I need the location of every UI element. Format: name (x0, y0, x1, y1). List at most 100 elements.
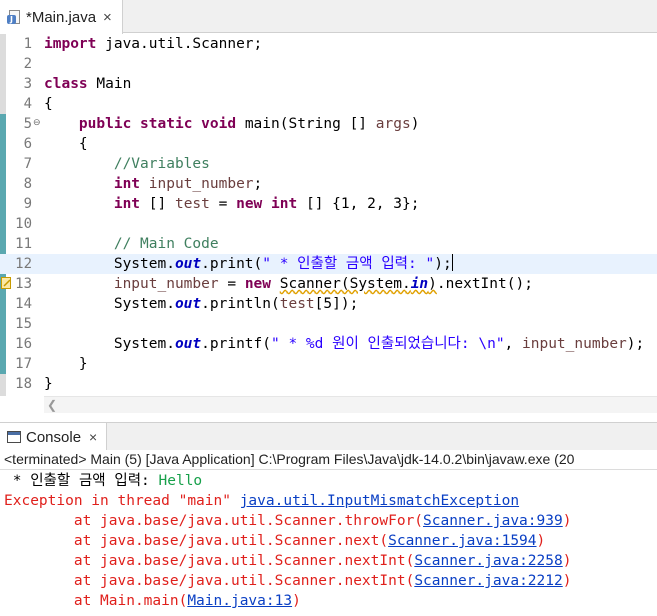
code-token: input_number (522, 336, 627, 352)
code-line[interactable]: 2 (0, 54, 657, 74)
code-token: = (209, 196, 237, 212)
code-token: out (174, 256, 202, 272)
line-number: 9 (23, 196, 32, 212)
line-number: 10 (15, 216, 32, 232)
stacktrace-link[interactable]: Scanner.java:1594 (388, 533, 536, 549)
code-line[interactable]: 11 // Main Code (0, 234, 657, 254)
console-tab-bar: Console × (0, 422, 657, 451)
editor-tab-bar: J *Main.java × (0, 0, 657, 34)
code-token: input_number (148, 176, 254, 192)
code-token: [] (140, 196, 175, 212)
java-file-icon: J (7, 9, 23, 25)
code-line[interactable]: 1 import java.util.Scanner; (0, 34, 657, 54)
code-line[interactable]: 15 (0, 314, 657, 334)
code-token: = (218, 276, 245, 292)
line-number: 14 (15, 296, 32, 312)
code-token: System. (44, 336, 175, 352)
code-token: System. (44, 256, 175, 272)
code-line[interactable]: 18} (0, 374, 657, 394)
code-token: new (244, 276, 272, 292)
code-token: .nextInt(); (436, 276, 533, 292)
code-line[interactable]: 16 System.out.printf(" * %d 원이 인출되었습니다: … (0, 334, 657, 354)
code-token: //Variables (113, 156, 210, 172)
code-token: ) (428, 276, 437, 292)
line-number: 2 (23, 56, 32, 72)
stacktrace-link[interactable]: Scanner.java:939 (423, 513, 563, 529)
code-line[interactable]: 9 int [] test = new int [] {1, 2, 3}; (0, 194, 657, 214)
line-number: 11 (15, 236, 32, 252)
code-editor[interactable]: 1 import java.util.Scanner; 2 3 class Main 4{… (0, 34, 657, 396)
console-text: ) (562, 553, 572, 569)
console-text: at java.base/java.util.Scanner.next( (4, 533, 389, 549)
code-token: { (44, 96, 53, 112)
code-line[interactable]: 6 { (0, 134, 657, 154)
code-text: // Main Code (44, 234, 219, 254)
code-line[interactable]: 12 System.out.print(" * 인출할 금액 입력: "); (0, 254, 657, 274)
stacktrace-link[interactable]: Scanner.java:2258 (414, 553, 562, 569)
code-token: test (279, 296, 315, 312)
console-text: at java.base/java.util.Scanner.throwFor( (4, 513, 424, 529)
close-icon[interactable]: × (89, 429, 97, 445)
console-text: at Main.main( (4, 593, 188, 609)
code-token: " * %d 원이 인출되었습니다: \n" (271, 336, 505, 352)
code-line[interactable]: 5 ⊖ public static void main(String [] arg… (0, 114, 657, 134)
line-number: 5 (23, 116, 32, 132)
code-line[interactable]: 3 class Main (0, 74, 657, 94)
code-line[interactable]: 17 } (0, 354, 657, 374)
line-number: 7 (23, 156, 32, 172)
code-token: public (78, 116, 132, 132)
line-number: 16 (15, 336, 32, 352)
console-icon (7, 431, 21, 443)
code-text: int input_number; (44, 174, 262, 194)
code-token: System. (44, 296, 175, 312)
code-line[interactable]: 4{ (0, 94, 657, 114)
code-line[interactable]: 7 //Variables (0, 154, 657, 174)
console-line: at Main.main(Main.java:13) (4, 591, 301, 611)
code-token: main(String [] (236, 116, 376, 132)
console-line: * 인출할 금액 입력: Hello (4, 471, 202, 491)
code-text: class Main (44, 74, 131, 94)
code-text: } (44, 354, 88, 374)
code-text: } (44, 374, 53, 394)
console-line: at java.base/java.util.Scanner.throwFor(… (4, 511, 572, 531)
code-token: ; (253, 176, 263, 192)
code-line[interactable]: 14 System.out.println(test[5]); (0, 294, 657, 314)
console-output[interactable]: * 인출할 금액 입력: Hello Exception in thread "m… (0, 471, 657, 616)
stacktrace-link[interactable]: java.util.InputMismatchException (240, 493, 519, 509)
code-line[interactable]: 8 int input_number; (0, 174, 657, 194)
console-text: * 인출할 금액 입력: (4, 473, 159, 489)
fold-toggle-icon[interactable]: ⊖ (33, 114, 41, 130)
code-line[interactable]: 13 input_number = new Scanner(System.in)… (0, 274, 657, 294)
code-token: .print( (201, 256, 263, 272)
console-text: Hello (158, 473, 203, 489)
code-token: , (504, 336, 523, 352)
close-icon[interactable]: × (103, 9, 112, 26)
console-tab[interactable]: Console × (0, 423, 107, 451)
horizontal-scrollbar[interactable]: ❮ (44, 396, 657, 413)
code-token: } (44, 356, 88, 372)
code-text: input_number = new Scanner(System.in).ne… (44, 274, 533, 294)
stacktrace-link[interactable]: Scanner.java:2212 (414, 573, 562, 589)
console-line: at java.base/java.util.Scanner.nextInt(S… (4, 571, 572, 591)
code-line[interactable]: 10 (0, 214, 657, 234)
console-text: ) (292, 593, 301, 609)
scroll-left-icon[interactable]: ❮ (47, 397, 57, 413)
line-number: 6 (23, 136, 32, 152)
code-token: Main (87, 76, 132, 92)
console-text: at java.base/java.util.Scanner.nextInt( (4, 553, 415, 569)
editor-tab-main-java[interactable]: J *Main.java × (0, 0, 123, 34)
code-token: int (113, 196, 141, 212)
stacktrace-link[interactable]: Main.java:13 (187, 593, 292, 609)
code-token: input_number (113, 276, 219, 292)
code-text: import java.util.Scanner; (44, 34, 262, 54)
code-token: ); (434, 256, 452, 272)
console-tab-label: Console (26, 428, 82, 446)
console-text: Exception in thread "main" (4, 493, 240, 509)
code-token: .printf( (201, 336, 271, 352)
code-token: .println( (201, 296, 280, 312)
